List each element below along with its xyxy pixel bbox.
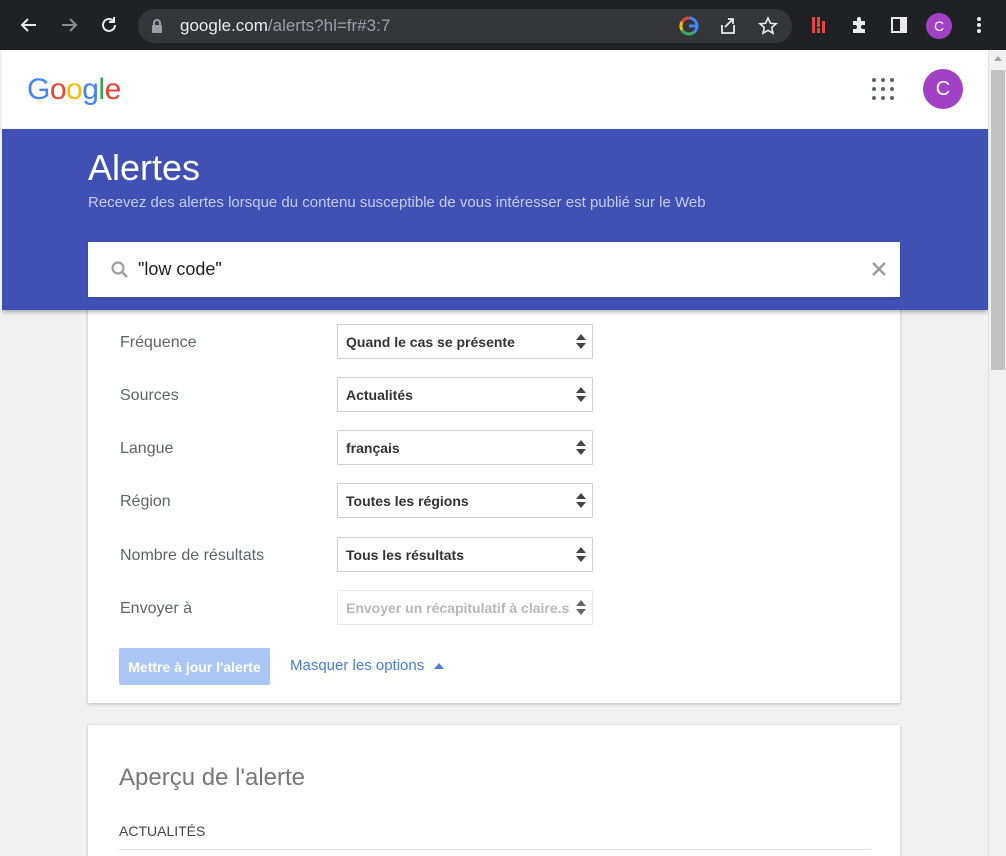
page-subtitle: Recevez des alertes lorsque du contenu s… xyxy=(88,194,706,211)
side-panel-icon[interactable] xyxy=(887,13,911,37)
preview-section-heading: ACTUALITÉS xyxy=(119,823,206,839)
option-select-value: Toutes les régions xyxy=(346,493,469,509)
option-select[interactable]: Toutes les régions xyxy=(337,483,593,518)
profile-avatar[interactable]: C xyxy=(926,13,952,39)
apps-grid-icon[interactable] xyxy=(872,78,894,100)
close-icon[interactable] xyxy=(870,260,888,283)
logo-letter: G xyxy=(27,73,50,106)
select-arrows-icon xyxy=(576,334,586,350)
option-label: Langue xyxy=(120,440,174,457)
url-text: google.com/alerts?hl=fr#3:7 xyxy=(180,16,391,35)
update-alert-button[interactable]: Mettre à jour l'alerte xyxy=(119,648,270,685)
option-select[interactable]: français xyxy=(337,430,593,465)
select-arrows-icon xyxy=(576,547,586,563)
preview-title: Aperçu de l'alerte xyxy=(119,764,306,791)
option-label: Envoyer à xyxy=(120,600,193,617)
search-query-text: "low code" xyxy=(138,259,222,279)
option-select-value: français xyxy=(346,440,400,456)
logo-letter: e xyxy=(104,73,122,106)
option-select-value: Quand le cas se présente xyxy=(346,334,515,350)
reload-icon[interactable] xyxy=(94,10,124,40)
extensions-puzzle-icon[interactable] xyxy=(847,13,871,37)
page-title: Alertes xyxy=(88,147,201,188)
extension-logo-icon[interactable] xyxy=(807,13,831,37)
share-icon[interactable] xyxy=(718,16,738,36)
option-select[interactable]: Tous les résultats xyxy=(337,537,593,572)
lock-icon xyxy=(150,18,164,39)
back-arrow-icon[interactable] xyxy=(14,10,44,40)
star-bookmark-icon[interactable] xyxy=(758,16,778,36)
alert-search-input[interactable]: "low code" xyxy=(88,242,900,297)
google-g-icon[interactable] xyxy=(679,16,699,36)
option-label: Sources xyxy=(120,387,179,404)
select-arrows-icon xyxy=(576,493,586,509)
hide-options-label: Masquer les options xyxy=(290,657,425,674)
hide-options-link[interactable]: Masquer les options xyxy=(290,657,445,674)
select-arrows-icon xyxy=(576,387,586,403)
caret-up-icon xyxy=(434,662,445,669)
account-avatar[interactable]: C xyxy=(923,69,963,109)
search-icon xyxy=(110,260,130,285)
select-arrows-icon xyxy=(576,600,586,616)
browser-toolbar: google.com/alerts?hl=fr#3:7 C xyxy=(0,0,1006,50)
option-label: Nombre de résultats xyxy=(120,547,265,564)
option-select-value: Envoyer un récapitulatif à claire.stalte… xyxy=(346,600,570,616)
kebab-menu-icon[interactable] xyxy=(967,13,991,37)
scrollbar-thumb[interactable] xyxy=(991,70,1005,370)
page-scrollbar[interactable] xyxy=(988,50,1006,856)
forward-arrow-icon[interactable] xyxy=(54,10,84,40)
address-bar[interactable]: google.com/alerts?hl=fr#3:7 xyxy=(138,9,792,43)
option-select-value: Actualités xyxy=(346,387,413,403)
option-select-value: Tous les résultats xyxy=(346,547,465,563)
page-content: Google C Alertes Recevez des alertes lor… xyxy=(2,50,988,856)
alert-options-card: Mettre à jour l'alerte Masquer les optio… xyxy=(88,302,900,703)
option-select[interactable]: Actualités xyxy=(337,377,593,412)
logo-letter: g xyxy=(82,73,99,106)
select-arrows-icon xyxy=(576,440,586,456)
option-select[interactable]: Envoyer un récapitulatif à claire.stalte… xyxy=(337,590,593,625)
scroll-up-arrow-icon[interactable] xyxy=(994,56,1002,61)
logo-letter: o xyxy=(66,73,83,106)
google-header: Google C xyxy=(2,50,988,129)
alerts-banner: Alertes Recevez des alertes lorsque du c… xyxy=(2,129,988,310)
option-label: Fréquence xyxy=(120,334,197,351)
option-select[interactable]: Quand le cas se présente xyxy=(337,324,593,359)
alert-preview-card: Aperçu de l'alerte ACTUALITÉS xyxy=(88,725,900,856)
google-logo[interactable]: Google xyxy=(27,73,121,107)
divider xyxy=(119,849,871,850)
option-label: Région xyxy=(120,493,171,510)
logo-letter: o xyxy=(49,73,67,106)
